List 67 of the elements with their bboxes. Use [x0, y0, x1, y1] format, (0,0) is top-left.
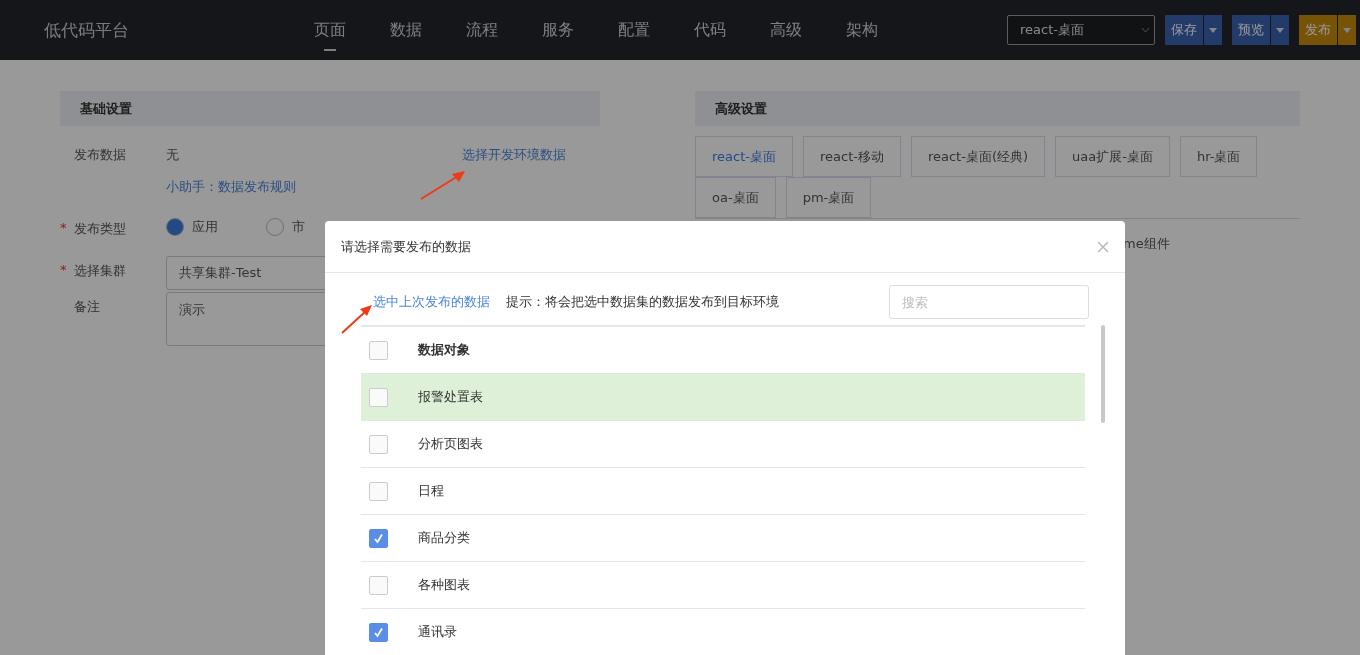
- radio-button[interactable]: [166, 218, 184, 236]
- scrollbar[interactable]: [1101, 325, 1105, 423]
- field-value: 无: [166, 146, 179, 164]
- table-cell: 日程: [418, 482, 444, 500]
- column-header: 数据对象: [418, 341, 470, 359]
- select-data-link[interactable]: 选择开发环境数据: [462, 146, 566, 164]
- annotation-arrow: [420, 171, 465, 200]
- hint-text: 提示：将会把选中数据集的数据发布到目标环境: [506, 293, 779, 311]
- checkbox[interactable]: [369, 481, 388, 501]
- platform-tab[interactable]: uaa扩展-桌面: [1055, 136, 1170, 177]
- annotation-arrow: [341, 305, 372, 334]
- check-icon: [373, 626, 384, 638]
- checkbox[interactable]: [369, 622, 388, 642]
- dropdown-toggle[interactable]: [1271, 15, 1289, 45]
- environment-select[interactable]: react-桌面: [1007, 15, 1155, 45]
- chevron-down-icon: [1141, 27, 1150, 33]
- radio-button[interactable]: [266, 218, 284, 236]
- table-cell: 报警处置表: [418, 388, 483, 406]
- checkbox[interactable]: [369, 528, 388, 548]
- action-button[interactable]: 发布: [1299, 15, 1337, 45]
- nav-tab[interactable]: 流程: [466, 11, 542, 49]
- platform-tab[interactable]: react-移动: [802, 136, 901, 177]
- table-cell: 通讯录: [418, 623, 457, 641]
- form-label: 选择集群: [74, 262, 126, 280]
- check-icon: [373, 532, 384, 544]
- dialog-title: 请选择需要发布的数据: [341, 237, 471, 256]
- section-title: 基础设置: [60, 91, 600, 126]
- checkbox[interactable]: [369, 387, 388, 407]
- platform-tab[interactable]: oa-桌面: [695, 177, 776, 218]
- table-row[interactable]: 报警处置表: [361, 374, 1085, 421]
- checkbox[interactable]: [369, 340, 388, 360]
- close-icon: [1097, 241, 1109, 253]
- nav-tab[interactable]: 配置: [618, 11, 694, 49]
- nav-tab[interactable]: 页面: [314, 11, 390, 49]
- form-label: 发布类型: [74, 220, 126, 238]
- table-cell: 分析页图表: [418, 435, 483, 453]
- nav-tab[interactable]: 架构: [846, 11, 922, 49]
- form-label: 发布数据: [74, 146, 126, 164]
- nav-tab[interactable]: 代码: [694, 11, 770, 49]
- select-last-link[interactable]: 选中上次发布的数据: [373, 293, 490, 311]
- search-field[interactable]: 搜索: [889, 285, 1089, 319]
- caret-icon: [1343, 27, 1351, 33]
- required-mark: *: [60, 262, 68, 279]
- platform-tab[interactable]: react-桌面: [695, 136, 793, 177]
- platform-tab[interactable]: react-桌面(经典): [910, 136, 1046, 177]
- radio-label: 市: [292, 218, 305, 236]
- dropdown-toggle[interactable]: [1338, 15, 1356, 45]
- caret-icon: [1276, 27, 1284, 33]
- table-cell: 各种图表: [418, 576, 470, 594]
- caret-icon: [1209, 27, 1217, 33]
- form-label: 备注: [74, 298, 100, 316]
- nav-tab[interactable]: 数据: [390, 11, 466, 49]
- app-logo: 低代码平台: [44, 18, 130, 42]
- platform-tab[interactable]: pm-桌面: [785, 177, 872, 218]
- checkbox[interactable]: [369, 434, 388, 454]
- action-button[interactable]: 预览: [1232, 15, 1270, 45]
- checkbox[interactable]: [369, 575, 388, 595]
- radio-label: 应用: [192, 218, 218, 236]
- platform-tab[interactable]: hr-桌面: [1179, 136, 1258, 177]
- dropdown-toggle[interactable]: [1204, 15, 1222, 45]
- nav-tab[interactable]: 服务: [542, 11, 618, 49]
- nav-tab[interactable]: 高级: [770, 11, 846, 49]
- required-mark: *: [60, 220, 68, 237]
- help-link[interactable]: 小助手：数据发布规则: [166, 179, 296, 194]
- table-cell: 商品分类: [418, 529, 470, 547]
- action-button[interactable]: 保存: [1165, 15, 1203, 45]
- section-title: 高级设置: [695, 91, 1300, 126]
